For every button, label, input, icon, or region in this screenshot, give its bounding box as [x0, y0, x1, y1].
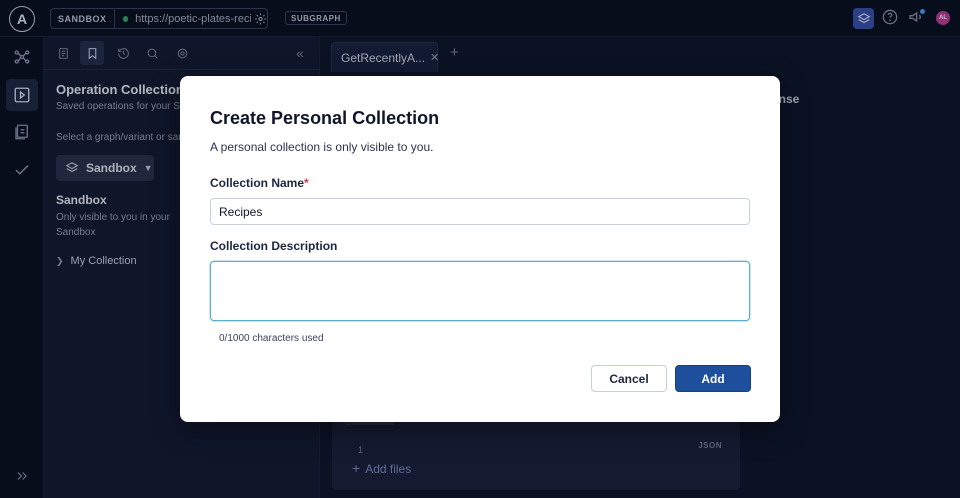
character-count: 0/1000 characters used: [219, 333, 324, 344]
add-button[interactable]: Add: [675, 365, 751, 392]
cancel-button[interactable]: Cancel: [591, 365, 667, 392]
collection-name-label-text: Collection Name: [210, 176, 305, 190]
collection-name-input[interactable]: [210, 198, 750, 225]
collection-name-label: Collection Name*: [210, 176, 309, 190]
collection-description-label: Collection Description: [210, 239, 338, 253]
dialog-title: Create Personal Collection: [210, 108, 440, 128]
create-collection-dialog: Create Personal Collection A personal co…: [180, 76, 780, 422]
required-marker: *: [304, 176, 309, 190]
dialog-subtitle: A personal collection is only visible to…: [210, 140, 434, 154]
collection-description-input[interactable]: [210, 261, 750, 321]
